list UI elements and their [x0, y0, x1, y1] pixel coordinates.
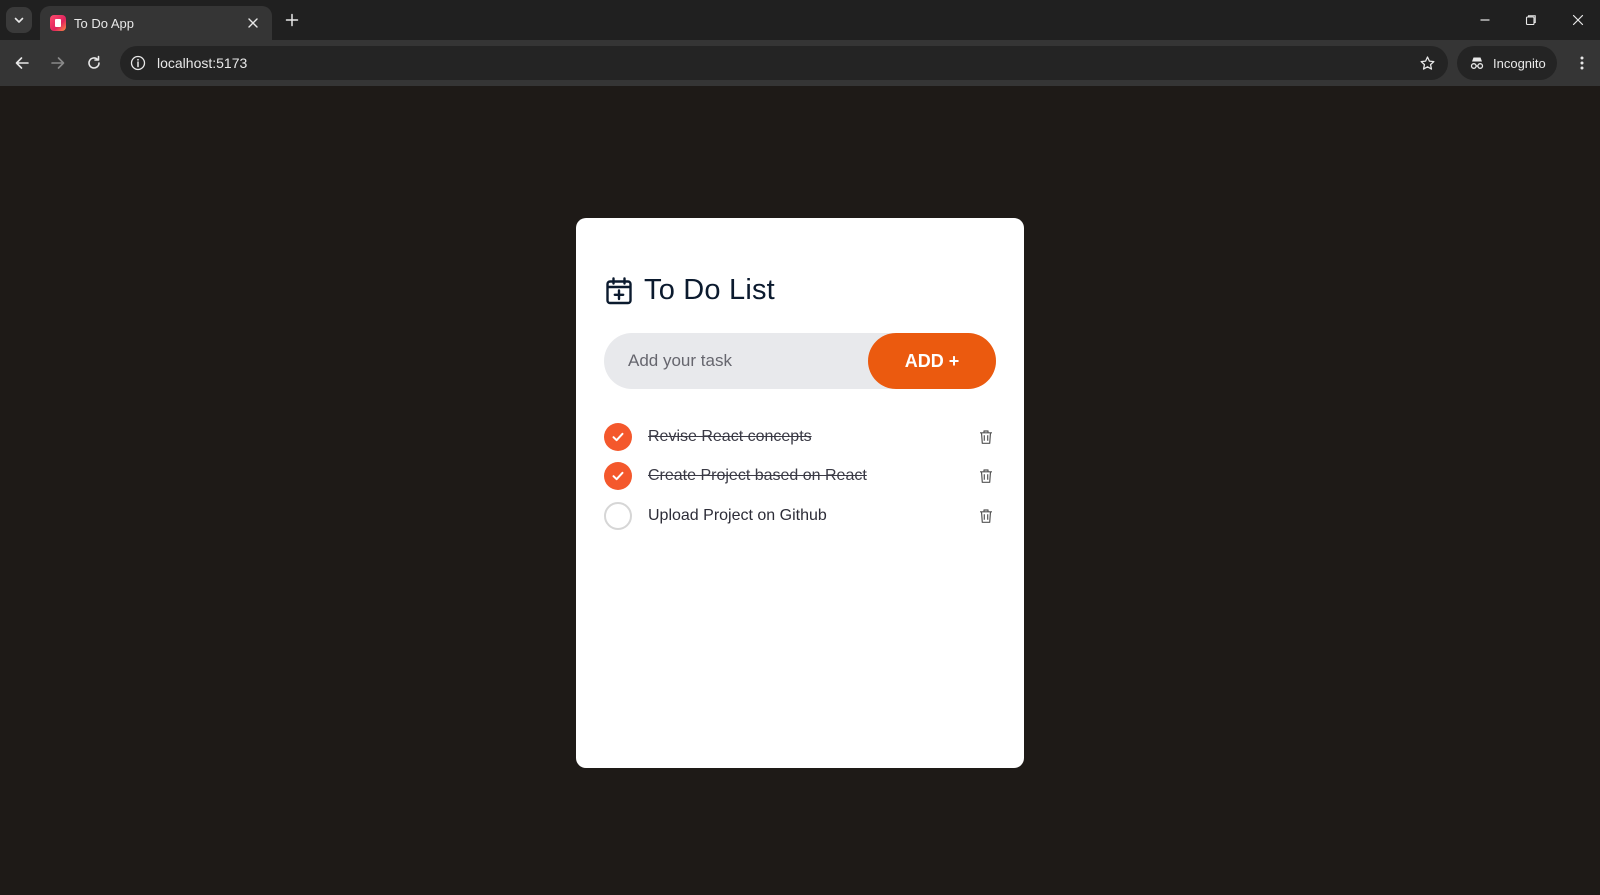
card-header: To Do List: [604, 274, 996, 307]
task-text: Create Project based on React: [648, 467, 867, 485]
close-icon: [1572, 14, 1584, 26]
add-task-row: ADD +: [604, 333, 996, 389]
task-item[interactable]: Upload Project on Github: [604, 496, 996, 536]
address-url: localhost:5173: [157, 55, 248, 71]
browser-menu-button[interactable]: [1568, 49, 1596, 77]
trash-icon: [980, 509, 992, 523]
task-item[interactable]: Create Project based on React: [604, 457, 996, 497]
tab-close-button[interactable]: [244, 14, 262, 32]
restore-window-button[interactable]: [1511, 6, 1551, 34]
info-icon: [130, 55, 146, 71]
reload-button[interactable]: [80, 49, 108, 77]
trash-icon: [980, 430, 992, 444]
browser-toolbar: localhost:5173 Incognito: [0, 40, 1600, 86]
task-list: Revise React concepts Create Project bas…: [604, 417, 996, 536]
delete-task-button[interactable]: [976, 427, 996, 447]
task-text: Revise React concepts: [648, 427, 812, 445]
delete-task-button[interactable]: [976, 506, 996, 526]
star-icon: [1419, 55, 1435, 70]
trash-icon: [980, 469, 992, 484]
browser-tabstrip: To Do App: [0, 0, 1600, 40]
task-checkbox[interactable]: [604, 462, 632, 491]
task-input[interactable]: [604, 333, 868, 389]
close-window-button[interactable]: [1558, 6, 1598, 34]
task-checkbox[interactable]: [604, 422, 632, 451]
task-text: Upload Project on Github: [648, 506, 827, 524]
reload-icon: [88, 55, 100, 69]
task-checkbox[interactable]: [604, 501, 632, 530]
address-bar[interactable]: localhost:5173: [120, 46, 1448, 80]
more-vertical-icon: [1580, 56, 1584, 70]
minimize-icon: [1480, 19, 1490, 21]
forward-button[interactable]: [44, 49, 72, 77]
site-info-button[interactable]: [126, 51, 150, 75]
check-icon: [612, 432, 624, 441]
check-icon: [612, 472, 624, 481]
incognito-label: Incognito: [1493, 55, 1546, 71]
back-button[interactable]: [8, 49, 36, 77]
delete-task-button[interactable]: [976, 466, 996, 486]
arrow-left-icon: [15, 57, 29, 69]
tab-search-button[interactable]: [6, 7, 32, 33]
task-item[interactable]: Revise React concepts: [604, 417, 996, 457]
todo-card: To Do List ADD + Revise React concepts: [576, 218, 1024, 768]
browser-tab-active[interactable]: To Do App: [40, 6, 272, 40]
chevron-down-icon: [14, 17, 24, 23]
minimize-window-button[interactable]: [1465, 6, 1505, 34]
incognito-icon: [1470, 57, 1484, 69]
restore-icon: [1525, 15, 1536, 26]
incognito-profile-button[interactable]: Incognito: [1457, 46, 1557, 80]
tab-title: To Do App: [74, 15, 134, 31]
page-title: To Do List: [644, 274, 775, 306]
bookmark-button[interactable]: [1416, 52, 1438, 74]
add-task-button[interactable]: ADD +: [868, 333, 996, 389]
calendar-plus-icon: [606, 276, 632, 304]
close-icon: [248, 18, 258, 28]
app-favicon-icon: [50, 15, 66, 31]
arrow-right-icon: [51, 57, 65, 69]
new-tab-button[interactable]: [280, 8, 304, 32]
plus-icon: [285, 13, 299, 27]
